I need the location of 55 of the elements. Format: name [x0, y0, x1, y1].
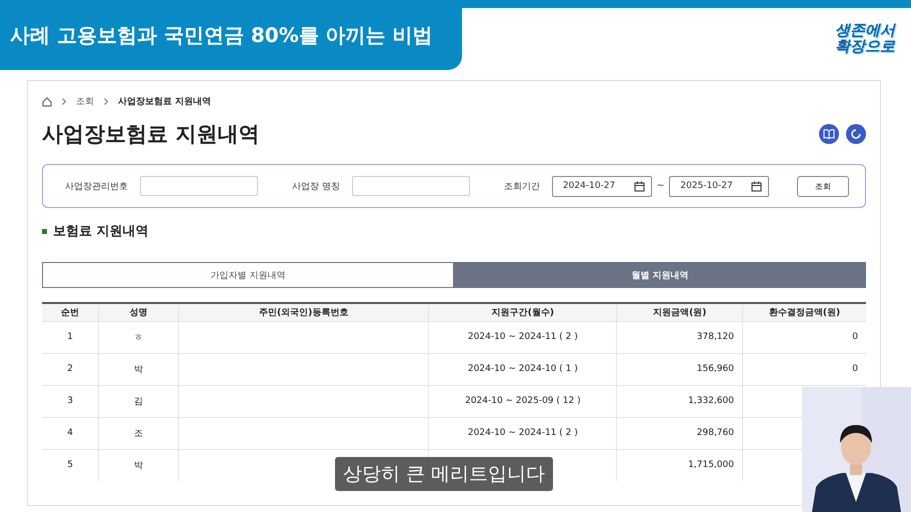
- column-header: 지원금액(원): [616, 303, 742, 321]
- table-cell: ㅎ: [98, 321, 179, 353]
- table-cell: 298,760: [616, 417, 742, 449]
- book-icon: [823, 129, 835, 139]
- chevron-icon: [62, 98, 66, 105]
- column-header: 성명: [98, 303, 179, 321]
- table-cell: 5: [42, 449, 99, 481]
- section-title: 보험료 지원내역: [53, 223, 149, 240]
- search-button[interactable]: 조회: [797, 176, 849, 196]
- table-cell: 1,715,000: [616, 449, 742, 481]
- date-field[interactable]: 2025-10-27: [669, 176, 770, 196]
- table-cell: 4: [42, 417, 99, 449]
- table-cell: 2: [42, 353, 99, 385]
- calendar-icon[interactable]: [634, 180, 645, 192]
- field-label: 사업장관리번호: [65, 180, 128, 192]
- table-cell: 박: [98, 449, 179, 481]
- column-header: 환수결정금액(원): [742, 303, 866, 321]
- breadcrumb-link[interactable]: 조회: [76, 95, 94, 108]
- table-cell: 김: [98, 385, 179, 417]
- page-title: 사업장보험료 지원내역: [42, 121, 260, 148]
- date-field[interactable]: 2024-10-27: [552, 176, 652, 196]
- input-field[interactable]: [140, 176, 258, 196]
- breadcrumb-current: 사업장보험료 지원내역: [118, 96, 212, 108]
- field-label: 사업장 명칭: [292, 180, 340, 192]
- table-cell: 156,960: [616, 353, 742, 385]
- table-cell: 0: [742, 321, 866, 353]
- column-header: 지원구간(월수): [428, 303, 617, 321]
- tab[interactable]: 가입자별 지원내역: [42, 262, 454, 288]
- input-field[interactable]: [352, 176, 470, 196]
- logo-text: 확장으로: [835, 38, 895, 54]
- table-cell: 3: [42, 385, 99, 417]
- tab[interactable]: 월별 지원내역: [454, 262, 866, 288]
- logo-text: 생존에서: [835, 22, 895, 38]
- column-header: 주민(외국인)등록번호: [178, 303, 429, 321]
- range-separator: ~: [656, 181, 664, 191]
- table-cell: 1: [42, 321, 99, 353]
- table-cell: 2024-10 ~ 2024-11 ( 2 ): [428, 417, 617, 449]
- calendar-icon[interactable]: [751, 180, 762, 192]
- table-cell: 2024-10 ~ 2024-11 ( 2 ): [428, 321, 617, 353]
- chevron-icon: [104, 98, 108, 105]
- field-label: 조회기간: [504, 180, 540, 192]
- table-cell: 조: [98, 417, 179, 449]
- table-cell: 0: [742, 353, 866, 385]
- book-button[interactable]: [819, 124, 839, 144]
- table-cell: 378,120: [616, 321, 742, 353]
- refresh-button[interactable]: [846, 124, 866, 144]
- bullet-icon: [42, 228, 47, 234]
- table-cell: 2024-10 ~ 2024-10 ( 1 ): [428, 353, 617, 385]
- column-header: 순번: [42, 303, 99, 321]
- home-icon[interactable]: [42, 96, 52, 106]
- refresh-icon: [851, 129, 861, 139]
- table-cell: 2024-10 ~ 2025-09 ( 12 ): [428, 385, 617, 417]
- caption-subtitle: 상당히 큰 메리트입니다: [335, 457, 554, 491]
- table-cell: 박: [98, 353, 179, 385]
- table-cell: 1,332,600: [616, 385, 742, 417]
